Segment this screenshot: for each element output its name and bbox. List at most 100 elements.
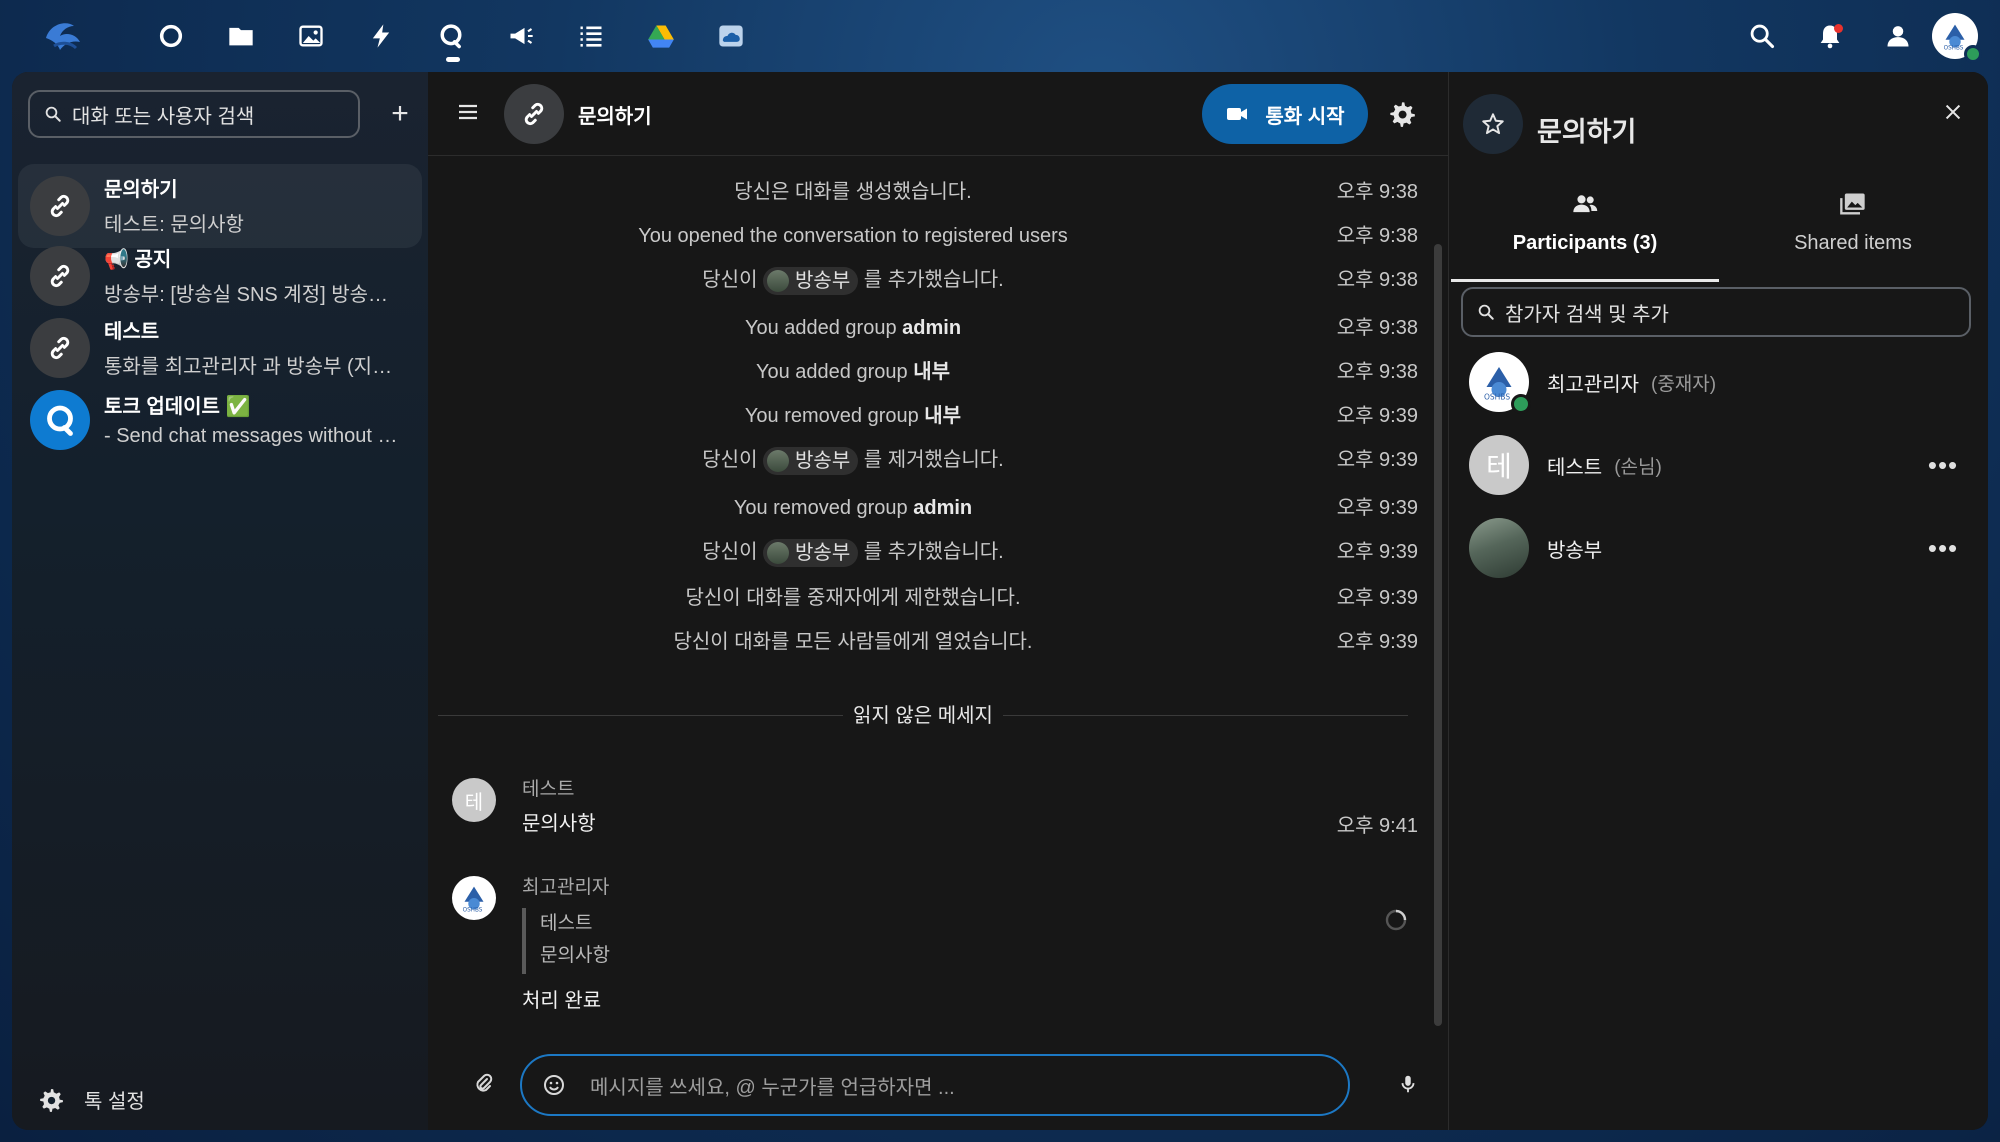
- top-bar: OSHBS: [0, 0, 2000, 72]
- chat-scrollbar[interactable]: [1434, 244, 1442, 1026]
- avatar[interactable]: OSHBS: [452, 876, 496, 920]
- app-logo-icon[interactable]: [40, 16, 86, 56]
- message-time: 오후 9:39: [1336, 497, 1418, 519]
- system-message: 당신이 방송부 를 제거했습니다. 오후 9:39: [428, 440, 1448, 480]
- quote-text: 문의사항: [540, 945, 610, 966]
- system-message-text: 당신은 대화를 생성했습니다.: [734, 181, 972, 203]
- message-time: 오후 9:38: [1336, 361, 1418, 383]
- onedrive-icon[interactable]: [696, 0, 766, 72]
- tasks-icon[interactable]: [556, 0, 626, 72]
- online-status-icon: [1511, 394, 1531, 414]
- new-conversation-button[interactable]: +: [380, 94, 420, 134]
- message-composer: 메시지를 쓰세요, @ 누군가를 언급하자면 ...: [428, 1038, 1448, 1130]
- group-name: admin: [913, 497, 973, 519]
- avatar: 테: [1469, 435, 1529, 495]
- avatar[interactable]: 테: [452, 778, 496, 822]
- message-time: 오후 9:39: [1336, 541, 1418, 563]
- google-drive-icon[interactable]: [626, 0, 696, 72]
- close-icon[interactable]: [1937, 96, 1969, 128]
- system-message-text: 당신이 대화를 모든 사람들에게 열었습니다.: [673, 631, 1033, 653]
- photos-icon[interactable]: [276, 0, 346, 72]
- mention-name: 방송부: [795, 541, 851, 564]
- start-call-button[interactable]: 통화 시작: [1202, 84, 1368, 144]
- message-time: 오후 9:38: [1336, 269, 1418, 291]
- more-options-icon[interactable]: •••: [1927, 449, 1959, 481]
- message-time: 오후 9:38: [1336, 317, 1418, 339]
- participant-search-input[interactable]: 참가자 검색 및 추가: [1461, 287, 1971, 337]
- system-message: 당신이 방송부 를 추가했습니다. 오후 9:39: [428, 532, 1448, 572]
- participant-row[interactable]: 방송부 •••: [1461, 508, 1971, 588]
- message-time: 오후 9:39: [1336, 587, 1418, 609]
- system-message-text: You added group: [744, 317, 897, 339]
- contacts-icon[interactable]: [1864, 0, 1932, 72]
- conversation-preview: 통화를 최고관리자 과 방송부 (지속 시간): [104, 355, 404, 378]
- conversation-details-panel: 문의하기 Participants (3) Shared items 참가자 검…: [1448, 72, 1988, 1130]
- participant-role: (중재자): [1651, 373, 1717, 395]
- user-avatar[interactable]: OSHBS: [1932, 13, 1982, 63]
- system-message: You added group admin 오후 9:38: [428, 308, 1448, 348]
- user-mention[interactable]: 방송부: [763, 266, 859, 295]
- conversation-search-input[interactable]: 대화 또는 사용자 검색: [28, 90, 360, 138]
- images-icon: [1840, 193, 1865, 215]
- conversation-title: 문의하기: [104, 178, 178, 201]
- mention-name: 방송부: [795, 449, 851, 472]
- files-icon[interactable]: [206, 0, 276, 72]
- conversation-title: 📢 공지: [104, 248, 172, 271]
- participant-row[interactable]: 테 테스트 (손님) •••: [1461, 425, 1971, 505]
- start-call-label: 통화 시작: [1265, 105, 1345, 128]
- conversation-avatar: [30, 390, 90, 450]
- system-message-text: You opened the conversation to registere…: [638, 225, 1068, 247]
- talk-icon[interactable]: [416, 0, 486, 72]
- link-icon: [524, 102, 544, 126]
- system-message: 당신이 방송부 를 추가했습니다. 오후 9:38: [428, 260, 1448, 300]
- svg-text:OSHBS: OSHBS: [463, 907, 483, 913]
- emoji-icon[interactable]: [542, 1073, 566, 1097]
- avatar: OSHBS: [1469, 352, 1531, 414]
- quoted-message[interactable]: 테스트 문의사항: [522, 908, 610, 974]
- message-time: 오후 9:39: [1336, 449, 1418, 471]
- system-message-text: 당신이 대화를 중재자에게 제한했습니다.: [685, 587, 1021, 609]
- loading-spinner-icon: [1384, 908, 1408, 932]
- online-status-icon: [1964, 45, 1982, 63]
- talk-logo-icon: [47, 405, 73, 436]
- user-mention[interactable]: 방송부: [763, 538, 859, 567]
- activity-icon[interactable]: [346, 0, 416, 72]
- notification-dot: [1834, 24, 1843, 33]
- unread-label: 읽지 않은 메세지: [843, 705, 1003, 727]
- chat-view: 문의하기 통화 시작 당신은 대화를 생성했습니다. 오후 9:38 You ope…: [428, 72, 1448, 1130]
- unread-messages-divider: 읽지 않은 메세지: [438, 696, 1408, 736]
- message-author: 최고관리자: [522, 877, 610, 898]
- microphone-icon[interactable]: [1390, 1066, 1426, 1102]
- paperclip-icon[interactable]: [466, 1066, 502, 1102]
- announcements-icon[interactable]: [486, 0, 556, 72]
- people-icon: [1573, 195, 1598, 213]
- system-message-text: You added group: [755, 361, 908, 383]
- conversation-avatar: [30, 246, 90, 306]
- search-icon[interactable]: [1728, 0, 1796, 72]
- user-mention[interactable]: 방송부: [763, 446, 859, 475]
- conversation-settings-icon[interactable]: [1384, 96, 1420, 132]
- tab-participants[interactable]: Participants (3): [1451, 190, 1719, 282]
- system-message: You removed group admin 오후 9:39: [428, 488, 1448, 528]
- conversation-title: 문의하기: [578, 106, 652, 128]
- message-input[interactable]: 메시지를 쓰세요, @ 누군가를 언급하자면 ...: [520, 1054, 1350, 1116]
- notifications-icon[interactable]: [1796, 0, 1864, 72]
- menu-icon[interactable]: [448, 92, 488, 132]
- dashboard-icon[interactable]: [136, 0, 206, 72]
- message-time: 오후 9:38: [1336, 225, 1418, 247]
- message-text: 처리 완료: [522, 990, 602, 1012]
- message-time: 오후 9:39: [1336, 631, 1418, 653]
- participant-row[interactable]: OSHBS 최고관리자 (중재자): [1461, 342, 1971, 422]
- conversation-title: 테스트: [104, 320, 160, 343]
- participant-name: 테스트: [1547, 456, 1603, 479]
- star-icon[interactable]: [1463, 94, 1523, 154]
- gear-icon: [40, 1088, 63, 1112]
- tab-shared-items[interactable]: Shared items: [1719, 190, 1987, 282]
- talk-settings-button[interactable]: 톡 설정: [38, 1085, 145, 1114]
- group-name: admin: [902, 317, 962, 339]
- conversation-preview: - Send chat messages without notifying t…: [104, 424, 404, 447]
- more-options-icon[interactable]: •••: [1927, 532, 1959, 564]
- conversation-item[interactable]: 토크 업데이트 ✅ - Send chat messages without no…: [18, 378, 422, 462]
- participant-name: 최고관리자: [1547, 373, 1639, 396]
- svg-text:OSHBS: OSHBS: [1484, 393, 1510, 402]
